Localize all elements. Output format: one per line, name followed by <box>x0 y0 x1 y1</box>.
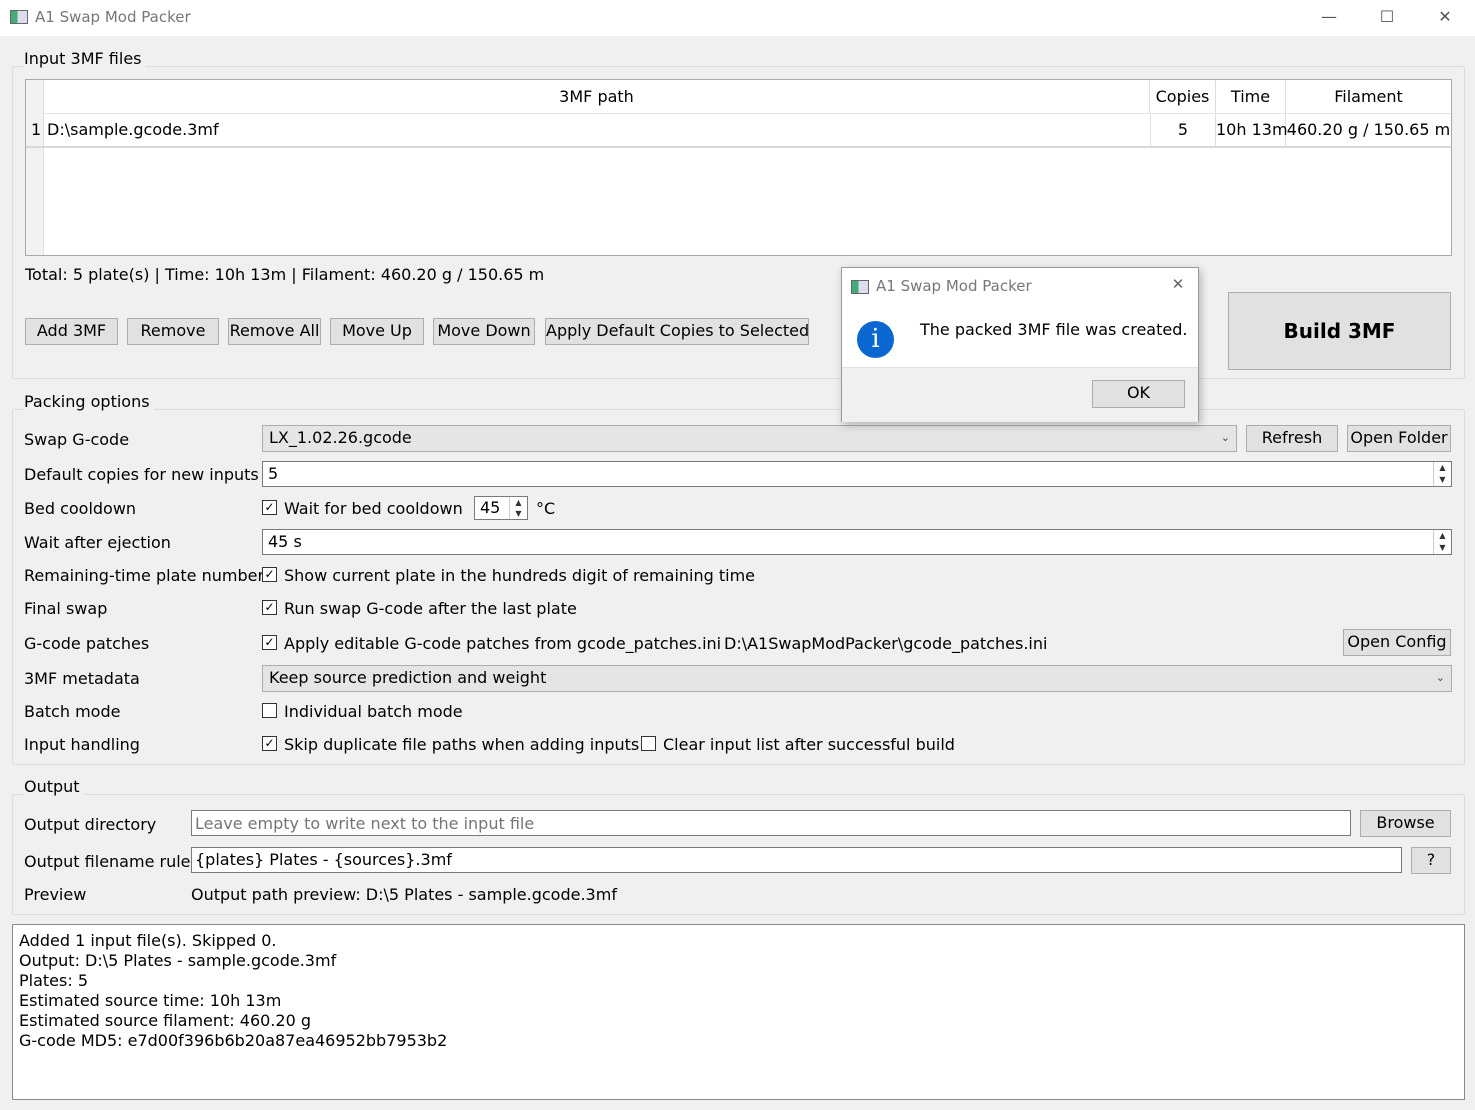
batch-mode-checkbox-label: Individual batch mode <box>284 702 463 721</box>
window-title: A1 Swap Mod Packer <box>35 8 191 26</box>
wait-after-ejection-input[interactable]: 45 s ▲ ▼ <box>262 529 1452 555</box>
skip-duplicates-checkbox-label: Skip duplicate file paths when adding in… <box>284 735 640 754</box>
app-icon <box>851 280 869 294</box>
swap-gcode-value: LX_1.02.26.gcode <box>269 428 412 447</box>
input-table[interactable]: 3MF path Copies Time Filament 1 D:\sampl… <box>25 79 1452 256</box>
gcode-patches-checkbox-label: Apply editable G-code patches from gcode… <box>284 634 722 653</box>
swap-gcode-select[interactable]: LX_1.02.26.gcode ⌄ <box>262 425 1237 452</box>
filename-help-button[interactable]: ? <box>1411 847 1451 874</box>
close-button[interactable]: ✕ <box>1422 0 1468 34</box>
table-row[interactable]: 1 D:\sample.gcode.3mf 5 10h 13m 460.20 g… <box>26 113 1451 148</box>
cell-copies: 5 <box>1150 114 1216 147</box>
column-header-path[interactable]: 3MF path <box>44 80 1150 113</box>
clear-input-list-checkbox[interactable] <box>641 736 656 751</box>
remaining-time-label: Remaining-time plate number <box>24 566 265 585</box>
bed-cooldown-label: Bed cooldown <box>24 499 137 518</box>
log-line: Estimated source time: 10h 13m <box>19 991 282 1010</box>
wait-after-ejection-stepper[interactable]: ▲ ▼ <box>1433 530 1451 554</box>
default-copies-stepper[interactable]: ▲ ▼ <box>1433 462 1451 486</box>
output-group-title: Output <box>24 777 84 796</box>
output-directory-input[interactable] <box>191 810 1351 836</box>
metadata-select[interactable]: Keep source prediction and weight ⌄ <box>262 665 1452 692</box>
default-copies-input[interactable]: 5 ▲ ▼ <box>262 461 1452 487</box>
wait-after-ejection-label: Wait after ejection <box>24 533 171 552</box>
dialog-message: The packed 3MF file was created. <box>920 320 1188 339</box>
log-line: Plates: 5 <box>19 971 89 990</box>
filename-rule-input[interactable]: {plates} Plates - {sources}.3mf <box>191 847 1402 873</box>
cell-filament: 460.20 g / 150.65 m <box>1286 120 1451 139</box>
apply-default-copies-button[interactable]: Apply Default Copies to Selected <box>545 318 809 345</box>
final-swap-checkbox[interactable]: ✓ <box>262 600 277 615</box>
info-icon: i <box>857 321 894 358</box>
bed-temp-input[interactable]: 45 ▲ ▼ <box>474 496 528 520</box>
metadata-value: Keep source prediction and weight <box>269 668 547 687</box>
browse-button[interactable]: Browse <box>1360 810 1451 837</box>
bed-cooldown-checkbox-label: Wait for bed cooldown <box>284 499 463 518</box>
column-header-filament[interactable]: Filament <box>1286 80 1451 113</box>
move-down-button[interactable]: Move Down <box>433 318 535 345</box>
dialog-button-bar: OK <box>842 367 1198 422</box>
remaining-time-checkbox[interactable]: ✓ <box>262 567 277 582</box>
bed-temp-unit: °C <box>536 499 556 518</box>
total-summary: Total: 5 plate(s) | Time: 10h 13m | Fila… <box>25 265 545 284</box>
dialog-title: A1 Swap Mod Packer <box>876 277 1032 295</box>
cell-time: 10h 13m <box>1216 114 1288 147</box>
metadata-label: 3MF metadata <box>24 669 140 688</box>
log-output[interactable]: Added 1 input file(s). Skipped 0. Output… <box>12 924 1465 1100</box>
preview-value: Output path preview: D:\5 Plates - sampl… <box>191 885 617 904</box>
default-copies-value: 5 <box>268 464 279 483</box>
log-line: Estimated source filament: 460.20 g <box>19 1011 312 1030</box>
minimize-button[interactable]: — <box>1306 0 1352 34</box>
row-header-column <box>26 80 44 255</box>
build-3mf-button[interactable]: Build 3MF <box>1228 292 1451 370</box>
title-bar: A1 Swap Mod Packer — ☐ ✕ <box>0 0 1475 36</box>
preview-label: Preview <box>24 885 87 904</box>
chevron-down-icon: ⌄ <box>1220 431 1230 444</box>
gcode-patches-label: G-code patches <box>24 634 150 653</box>
final-swap-label: Final swap <box>24 599 108 618</box>
ok-button[interactable]: OK <box>1092 380 1185 408</box>
remove-all-button[interactable]: Remove All <box>228 318 321 345</box>
open-folder-button[interactable]: Open Folder <box>1347 425 1451 452</box>
input-group-title: Input 3MF files <box>24 49 146 68</box>
clear-input-list-checkbox-label: Clear input list after successful build <box>663 735 955 754</box>
chevron-down-icon: ⌄ <box>1435 671 1445 684</box>
bed-temp-value: 45 <box>480 498 501 517</box>
remaining-time-checkbox-label: Show current plate in the hundreds digit… <box>284 566 756 585</box>
column-header-copies[interactable]: Copies <box>1150 80 1216 113</box>
filename-rule-label: Output filename rule <box>24 852 191 871</box>
input-handling-label: Input handling <box>24 735 140 754</box>
gcode-patches-checkbox[interactable]: ✓ <box>262 635 277 650</box>
message-dialog: A1 Swap Mod Packer ✕ i The packed 3MF fi… <box>841 267 1199 422</box>
column-header-time[interactable]: Time <box>1216 80 1286 113</box>
move-up-button[interactable]: Move Up <box>330 318 424 345</box>
dialog-close-button[interactable]: ✕ <box>1166 275 1190 293</box>
batch-mode-checkbox[interactable] <box>262 703 277 718</box>
batch-mode-label: Batch mode <box>24 702 121 721</box>
bed-temp-stepper[interactable]: ▲ ▼ <box>509 497 527 519</box>
remove-button[interactable]: Remove <box>127 318 219 345</box>
log-line: Output: D:\5 Plates - sample.gcode.3mf <box>19 951 337 970</box>
output-directory-label: Output directory <box>24 815 157 834</box>
final-swap-checkbox-label: Run swap G-code after the last plate <box>284 599 577 618</box>
bed-cooldown-checkbox[interactable]: ✓ <box>262 500 277 515</box>
row-index: 1 <box>31 120 42 139</box>
gcode-patches-path: D:\A1SwapModPacker\gcode_patches.ini <box>724 634 1048 653</box>
open-config-button[interactable]: Open Config <box>1343 629 1451 656</box>
default-copies-label: Default copies for new inputs <box>24 465 259 484</box>
refresh-button[interactable]: Refresh <box>1246 425 1338 452</box>
packing-group-title: Packing options <box>24 392 154 411</box>
add-3mf-button[interactable]: Add 3MF <box>25 318 118 345</box>
app-icon <box>10 10 28 24</box>
maximize-button[interactable]: ☐ <box>1364 0 1410 34</box>
skip-duplicates-checkbox[interactable]: ✓ <box>262 736 277 751</box>
swap-gcode-label: Swap G-code <box>24 430 130 449</box>
log-line: Added 1 input file(s). Skipped 0. <box>19 931 277 950</box>
cell-path: D:\sample.gcode.3mf <box>47 120 219 139</box>
log-line: G-code MD5: e7d00f396b6b20a87ea46952bb79… <box>19 1031 448 1050</box>
wait-after-ejection-value: 45 s <box>268 532 302 551</box>
